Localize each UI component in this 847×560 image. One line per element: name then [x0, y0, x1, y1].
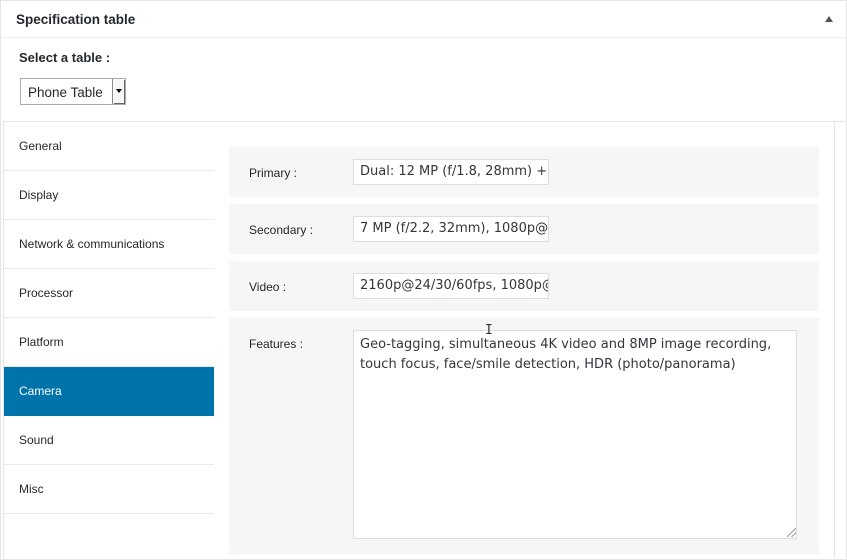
tab-label: Network & communications — [19, 237, 165, 251]
tab-camera[interactable]: Camera — [4, 367, 214, 416]
table-select-value: Phone Table — [28, 85, 103, 100]
tab-label: Display — [19, 188, 59, 202]
field-row-features: Features : Geo-tagging, simultaneous 4K … — [229, 318, 819, 554]
features-label: Features : — [249, 337, 304, 351]
field-row-secondary: Secondary : 7 MP (f/2.2, 32mm), 1080p@3 — [229, 204, 819, 254]
secondary-input[interactable]: 7 MP (f/2.2, 32mm), 1080p@3 — [353, 216, 549, 242]
select-table-label: Select a table : — [19, 50, 111, 65]
camera-fields: Primary : Dual: 12 MP (f/1.8, 28mm) + 1 … — [214, 122, 838, 559]
tab-label: Misc — [19, 482, 44, 496]
text-cursor-icon: I — [485, 323, 493, 338]
panel-title: Specification table — [16, 12, 136, 27]
dropdown-arrow-icon[interactable] — [112, 79, 125, 104]
tab-platform[interactable]: Platform — [4, 318, 214, 367]
tab-processor[interactable]: Processor — [4, 269, 214, 318]
spec-editor: General Display Network & communications… — [3, 121, 845, 559]
video-input[interactable]: 2160p@24/30/60fps, 1080p@ — [353, 273, 549, 299]
tab-network-communications[interactable]: Network & communications — [4, 220, 214, 269]
tab-label: Platform — [19, 335, 64, 349]
tab-general[interactable]: General — [4, 122, 214, 171]
primary-label: Primary : — [249, 166, 297, 180]
tab-misc[interactable]: Misc — [4, 465, 214, 514]
content-divider — [834, 121, 835, 558]
tab-label: Processor — [19, 286, 74, 300]
collapse-triangle-icon[interactable] — [825, 16, 833, 22]
tab-display[interactable]: Display — [4, 171, 214, 220]
features-textarea[interactable]: Geo-tagging, simultaneous 4K video and 8… — [353, 330, 797, 539]
panel-header[interactable]: Specification table — [1, 1, 846, 38]
tab-label: Sound — [19, 433, 54, 447]
resize-grip-icon[interactable] — [787, 528, 796, 537]
tab-label: General — [19, 139, 62, 153]
secondary-label: Secondary : — [249, 223, 314, 237]
tab-label: Camera — [19, 384, 62, 398]
primary-input[interactable]: Dual: 12 MP (f/1.8, 28mm) + 1 — [353, 159, 549, 185]
video-label: Video : — [249, 280, 287, 294]
spec-tabs: General Display Network & communications… — [4, 122, 214, 514]
tab-sound[interactable]: Sound — [4, 416, 214, 465]
field-row-video: Video : 2160p@24/30/60fps, 1080p@ — [229, 261, 819, 311]
field-row-primary: Primary : Dual: 12 MP (f/1.8, 28mm) + 1 — [229, 147, 819, 197]
table-select-dropdown[interactable]: Phone Table — [20, 78, 126, 105]
